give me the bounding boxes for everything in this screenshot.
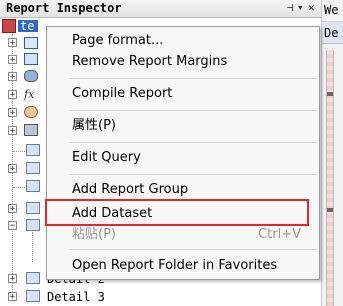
band-icon [26,162,40,174]
paste-shortcut: Ctrl+V [258,227,301,242]
expand-icon[interactable]: + [8,108,17,118]
dataset-icon [24,124,38,136]
expand-icon[interactable]: + [8,38,17,48]
expand-icon[interactable]: + [8,164,17,174]
scriptlets-icon [24,106,38,118]
parameters-icon [24,53,38,65]
context-menu: Page format... Remove Report Margins Com… [46,26,320,280]
variables-icon: fx [24,88,35,101]
band-icon [26,180,40,192]
collapse-icon[interactable]: − [8,221,17,231]
detail-band-icon [26,272,40,284]
band-icon [26,202,40,214]
expand-icon[interactable]: + [8,274,17,284]
panel-title: Report Inspector [6,1,122,15]
report-inspector-header: Report Inspector ⊣ ▾ ✕ [0,0,321,18]
tree-guide-line [13,151,27,152]
menu-item-properties[interactable]: 属性(P) [47,114,319,138]
menu-separator [69,174,317,175]
highlight-annotation [45,199,309,226]
tree-guide-line [32,232,33,262]
tree-root-label: te [20,19,35,33]
band-icon [26,144,40,156]
menu-separator [69,110,317,111]
dropdown-icon[interactable]: ▾ [297,1,304,14]
tree-guide-line [13,187,27,188]
menu-item-paste-label: 粘贴(P) [72,227,116,242]
menu-separator [69,142,317,143]
expand-icon[interactable]: + [8,204,17,214]
menu-item-paste[interactable]: 粘贴(P) Ctrl+V [47,223,319,247]
menu-item-open-report-folder[interactable]: Open Report Folder in Favorites [47,254,319,278]
close-icon[interactable]: ✕ [308,1,315,14]
menu-item-edit-query[interactable]: Edit Query [47,146,319,170]
band-icon [26,219,40,231]
tree-item-detail-3[interactable]: Detail 3 [47,290,105,304]
tab-designer[interactable]: De [322,22,343,44]
menu-item-compile-report[interactable]: Compile Report [47,82,319,106]
report-icon [2,19,16,33]
expand-icon[interactable]: + [8,292,17,302]
expand-icon[interactable]: + [8,55,17,65]
ruler-marker[interactable] [327,208,333,212]
menu-separator [69,249,317,250]
menu-item-remove-margins[interactable]: Remove Report Margins [47,50,319,74]
styles-icon [24,37,38,49]
database-icon [24,70,38,82]
expand-icon[interactable]: + [8,72,17,82]
ruler-marker[interactable] [327,92,333,96]
vertical-ruler [326,50,334,306]
tab-welcome[interactable]: We [322,0,343,22]
expand-icon[interactable]: + [8,126,17,136]
expand-icon[interactable]: + [8,90,17,100]
menu-separator [69,78,317,79]
tree-root-node[interactable]: te [18,19,38,33]
detail-band-icon [26,290,40,302]
pin-icon[interactable]: ⊣ [287,1,294,14]
